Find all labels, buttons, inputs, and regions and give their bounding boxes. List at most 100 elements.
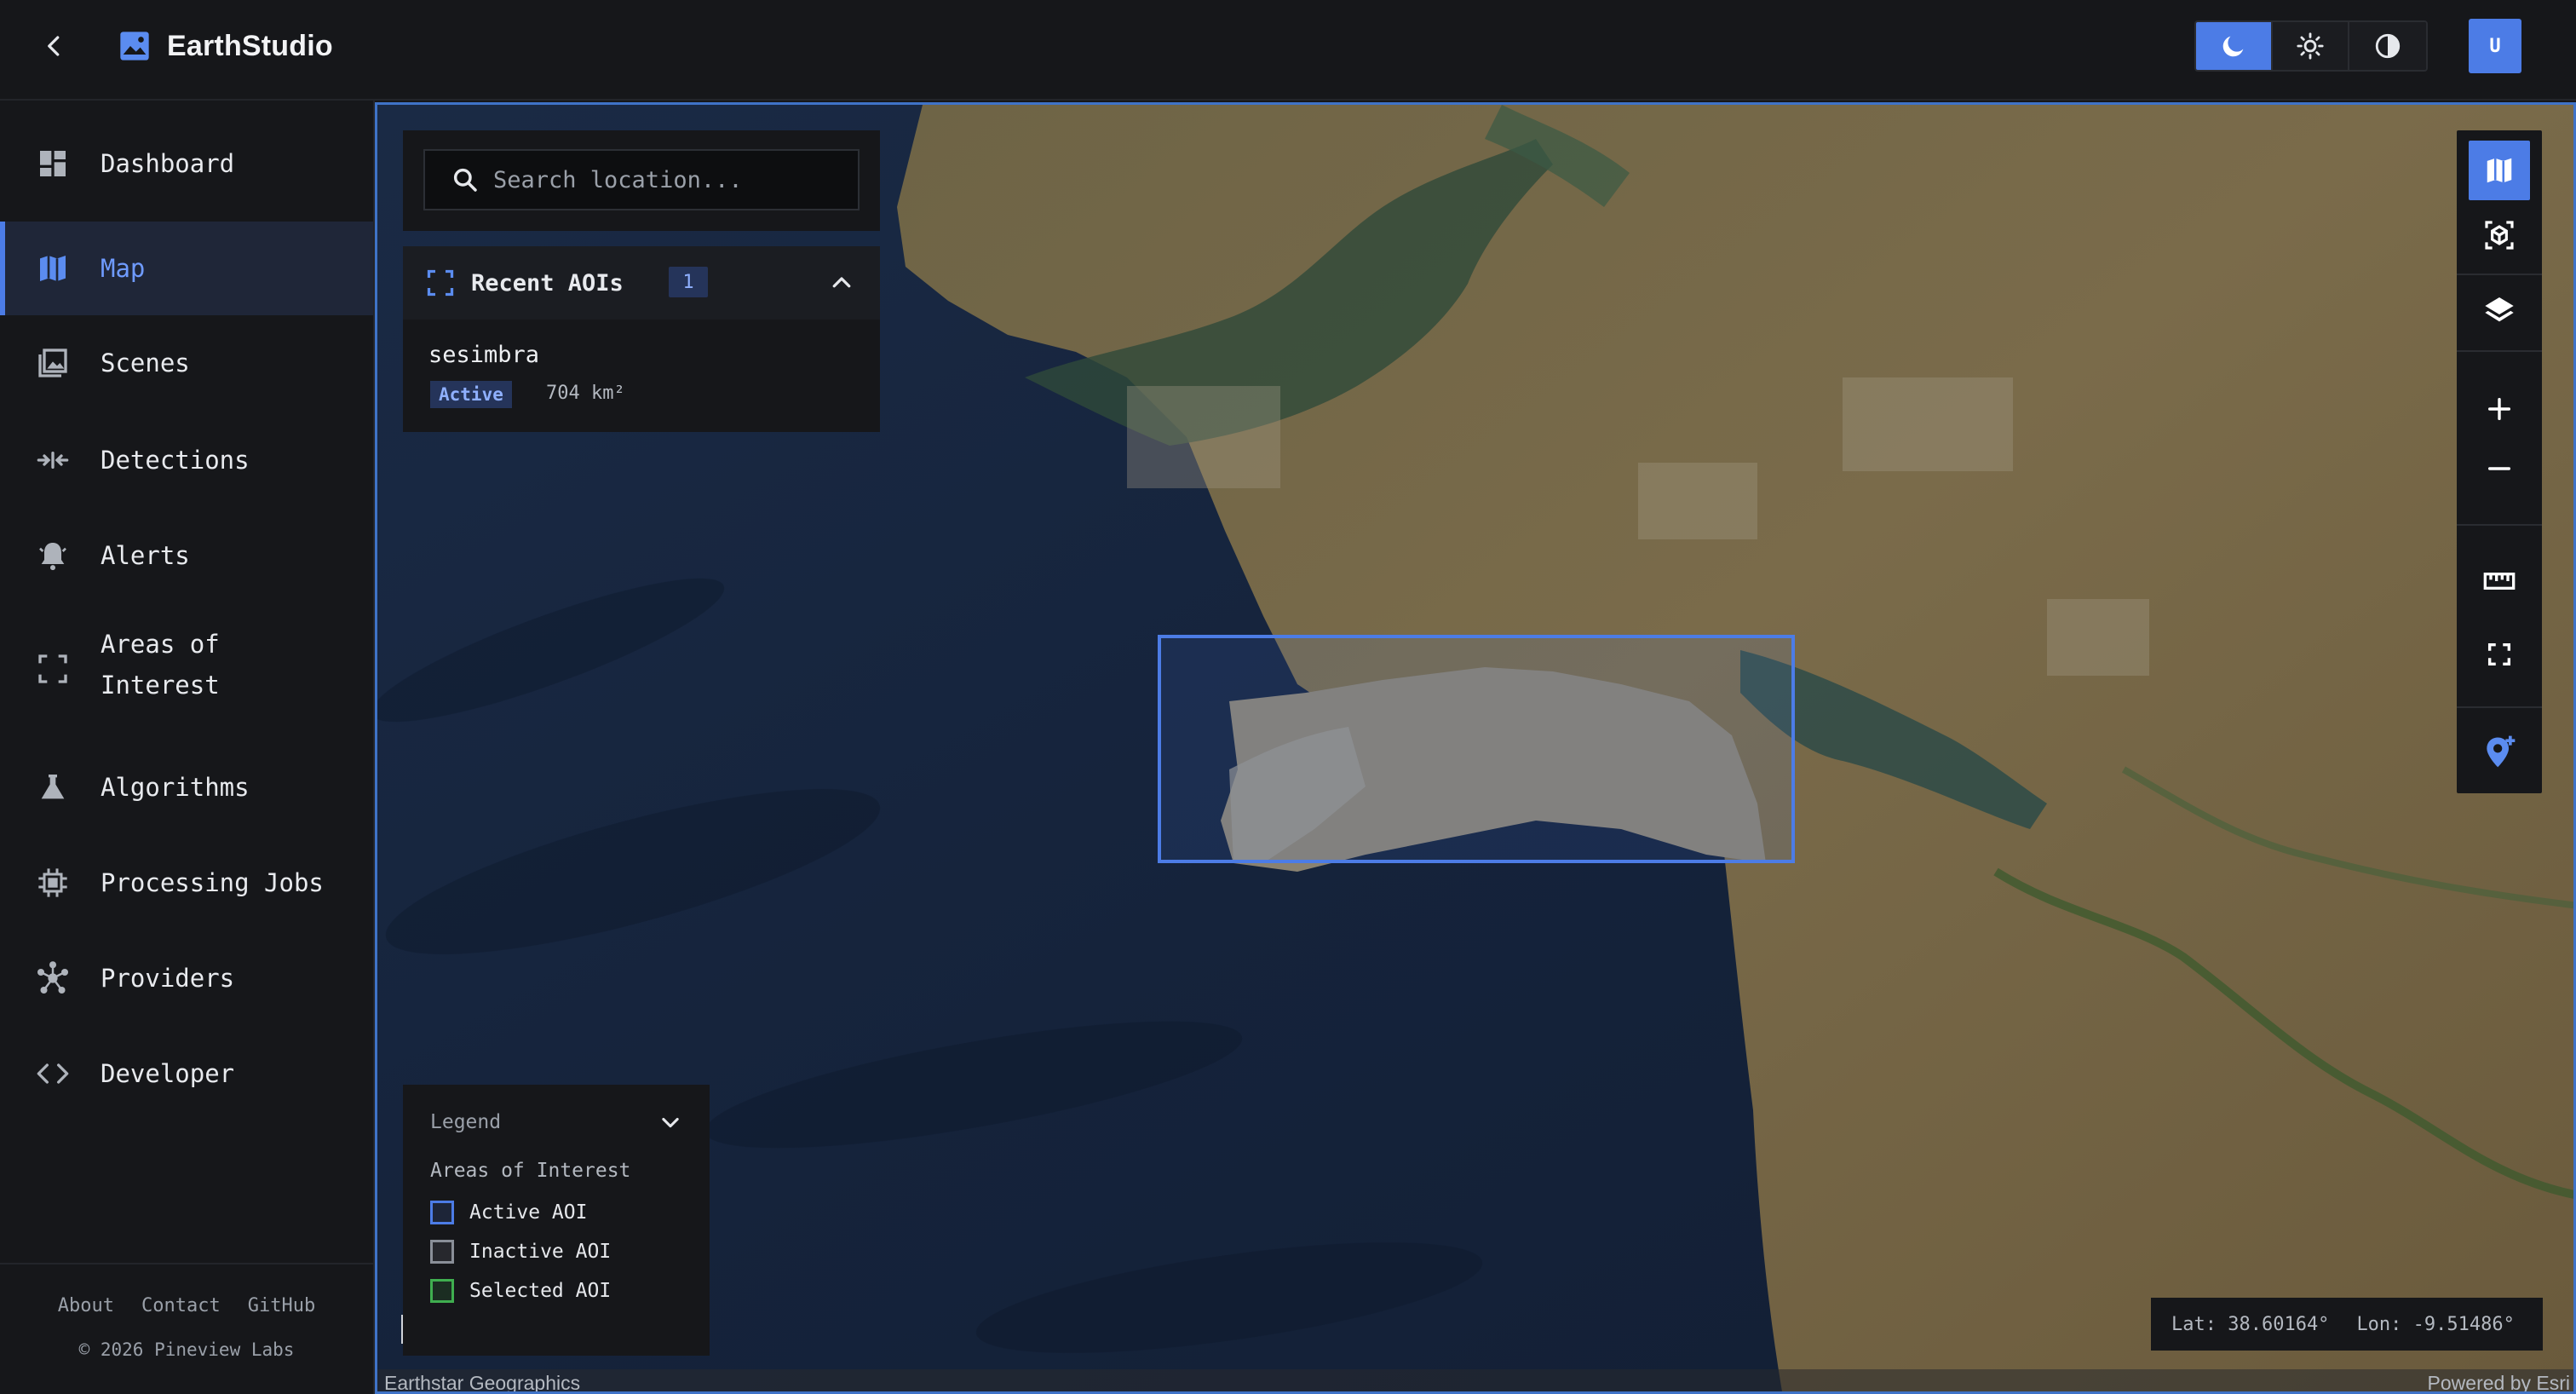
legend-section-title: Areas of Interest: [430, 1160, 631, 1182]
fullscreen-icon: [2487, 642, 2511, 666]
layers-button[interactable]: [2469, 280, 2530, 340]
measure-button[interactable]: [2469, 551, 2530, 611]
sidebar-item-label: Providers: [101, 964, 235, 993]
sidebar-item-processing-jobs[interactable]: Processing Jobs: [0, 844, 373, 922]
zoom-in-button[interactable]: [2469, 379, 2530, 439]
light-theme-button[interactable]: [2273, 22, 2349, 70]
legend-header[interactable]: Legend: [430, 1110, 682, 1134]
sidebar: Dashboard Map Scenes Detections Alerts A…: [0, 101, 375, 1394]
cursor-coordinates: Lat: 38.60164° Lon: -9.51486°: [2151, 1298, 2543, 1351]
map-view-icon: [2487, 158, 2512, 183]
sidebar-item-providers[interactable]: Providers: [0, 939, 373, 1017]
sidebar-item-areas-of-interest[interactable]: Areas of Interest: [0, 615, 373, 723]
sidebar-footer: About Contact GitHub © 2026 Pineview Lab…: [0, 1263, 373, 1394]
sidebar-item-label: Alerts: [101, 541, 190, 570]
recent-aois-header[interactable]: Recent AOIs 1: [403, 246, 880, 320]
dark-theme-button[interactable]: [2196, 22, 2273, 70]
scenes-icon: [34, 344, 72, 382]
chevron-up-icon[interactable]: [829, 270, 854, 296]
recent-aois-title: Recent AOIs: [471, 269, 624, 297]
sidebar-item-map[interactable]: Map: [0, 222, 373, 315]
theme-toggle-group: [2194, 20, 2428, 72]
aoi-name: sesimbra: [428, 342, 540, 368]
zoom-out-icon: [2487, 467, 2511, 470]
legend-swatch-inactive: [430, 1240, 454, 1264]
chevron-down-icon: [662, 1117, 679, 1128]
text-cursor: [401, 1315, 403, 1344]
contact-link[interactable]: Contact: [141, 1295, 221, 1316]
brand[interactable]: EarthStudio: [118, 26, 333, 66]
search-panel: [403, 130, 880, 231]
search-input[interactable]: [493, 166, 851, 193]
sidebar-item-label: Areas of: [101, 630, 220, 659]
algorithms-icon: [34, 769, 72, 806]
layers-icon: [2485, 297, 2514, 322]
contrast-icon: [2375, 33, 2401, 59]
sidebar-item-scenes[interactable]: Scenes: [0, 324, 373, 402]
sidebar-item-label: Map: [101, 254, 146, 283]
legend-entry-inactive: Inactive AOI: [430, 1240, 611, 1264]
legend-label: Selected AOI: [469, 1280, 612, 1302]
3d-view-icon: [2485, 221, 2514, 250]
about-link[interactable]: About: [58, 1295, 114, 1316]
3d-view-button[interactable]: [2469, 205, 2530, 265]
sidebar-item-label: Scenes: [101, 348, 190, 377]
search-box[interactable]: [423, 149, 860, 210]
aoi-icon: [34, 650, 72, 688]
top-bar: EarthStudio U: [0, 0, 2576, 101]
powered-by-attribution[interactable]: Powered by Esri: [2428, 1372, 2570, 1391]
map-canvas[interactable]: Recent AOIs 1 sesimbra Active 704 km² Le…: [375, 102, 2576, 1394]
code-icon: [34, 1055, 72, 1092]
user-avatar[interactable]: U: [2469, 19, 2521, 73]
aoi-frame-icon: [427, 269, 454, 297]
github-link[interactable]: GitHub: [248, 1295, 315, 1316]
latitude-readout: Lat: 38.60164°: [2171, 1313, 2330, 1335]
attribution-bar: Earthstar Geographics Powered by Esri: [377, 1369, 2573, 1391]
legend-title: Legend: [430, 1111, 502, 1133]
separator: [2457, 524, 2542, 526]
sidebar-item-label: Algorithms: [101, 773, 250, 802]
sidebar-item-label: Processing Jobs: [101, 868, 324, 897]
search-icon: [451, 165, 480, 194]
dashboard-icon: [34, 145, 72, 182]
legend-entry-active: Active AOI: [430, 1201, 587, 1224]
map-icon: [34, 250, 72, 287]
sidebar-item-label: Dashboard: [101, 149, 235, 178]
providers-icon: [34, 959, 72, 997]
sidebar-item-dashboard[interactable]: Dashboard: [0, 124, 373, 203]
sidebar-item-label: Detections: [101, 446, 250, 475]
chevron-left-icon: [48, 36, 60, 56]
sidebar-item-label: Developer: [101, 1059, 235, 1088]
image-logo-icon: [120, 32, 149, 60]
add-location-icon: [2487, 735, 2516, 768]
map-view-button[interactable]: [2469, 141, 2530, 200]
legend-swatch-selected: [430, 1279, 454, 1303]
legend-label: Active AOI: [469, 1201, 588, 1224]
legend-label: Inactive AOI: [469, 1241, 612, 1263]
separator: [2457, 274, 2542, 275]
legend-panel: Legend Areas of Interest Active AOI Inac…: [403, 1085, 710, 1356]
contrast-theme-button[interactable]: [2349, 22, 2426, 70]
legend-swatch-active: [430, 1201, 454, 1224]
sidebar-item-developer[interactable]: Developer: [0, 1034, 373, 1113]
recent-aois-count-badge: 1: [669, 267, 708, 297]
alerts-icon: [34, 537, 72, 574]
footer-links: About Contact GitHub: [0, 1295, 373, 1316]
zoom-in-icon: [2487, 397, 2511, 421]
sidebar-item-detections[interactable]: Detections: [0, 421, 373, 499]
sidebar-item-algorithms[interactable]: Algorithms: [0, 748, 373, 827]
zoom-out-button[interactable]: [2469, 439, 2530, 498]
aoi-status-badge: Active: [430, 381, 512, 408]
aoi-list-item[interactable]: sesimbra Active 704 km²: [403, 320, 880, 432]
aoi-rectangle-sesimbra[interactable]: [1158, 635, 1795, 863]
add-location-button[interactable]: [2469, 722, 2530, 781]
back-button[interactable]: [34, 26, 75, 66]
map-tool-rail: [2457, 130, 2542, 793]
moon-icon: [2222, 36, 2244, 57]
recent-aois-panel: Recent AOIs 1 sesimbra Active 704 km²: [403, 246, 880, 432]
sidebar-item-alerts[interactable]: Alerts: [0, 516, 373, 595]
longitude-readout: Lon: -9.51486°: [2356, 1313, 2515, 1335]
sun-icon: [2297, 32, 2324, 60]
fullscreen-button[interactable]: [2469, 625, 2530, 684]
legend-entry-selected: Selected AOI: [430, 1279, 611, 1303]
